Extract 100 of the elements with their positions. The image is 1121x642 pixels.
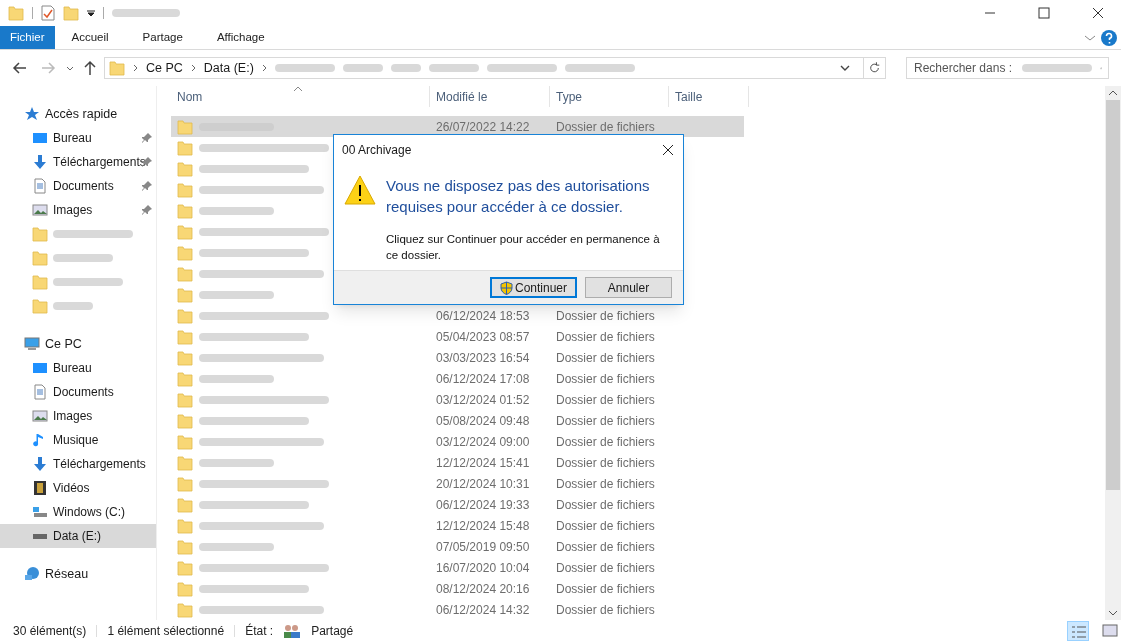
folder-icon xyxy=(177,601,193,618)
modified-date: 08/12/2024 20:16 xyxy=(436,581,530,596)
film-icon xyxy=(32,480,48,496)
sort-caret-icon xyxy=(293,86,303,92)
folder-icon xyxy=(177,160,193,177)
star-icon xyxy=(24,106,40,122)
modified-date: 06/12/2024 14:32 xyxy=(436,602,530,617)
modified-date: 06/12/2024 18:53 xyxy=(436,308,530,323)
modified-date: 07/05/2019 09:50 xyxy=(436,539,530,554)
ribbon-tab[interactable]: Partage xyxy=(125,26,200,49)
scrollbar[interactable] xyxy=(1105,86,1121,620)
column-header[interactable]: Type xyxy=(550,86,669,107)
ribbon-tab[interactable]: Fichier xyxy=(0,26,55,49)
folder-icon xyxy=(177,517,193,534)
breadcrumb[interactable]: Data (E:) xyxy=(203,58,254,78)
state-value: Partagé xyxy=(311,623,354,640)
blurred-name xyxy=(342,62,383,74)
pin-icon xyxy=(142,181,152,191)
column-header[interactable]: Nom xyxy=(171,86,430,107)
nav-item[interactable]: Bureau xyxy=(0,356,156,380)
modified-date: 05/04/2023 08:57 xyxy=(436,329,530,344)
file-type: Dossier de fichiers xyxy=(556,518,655,533)
computer-icon xyxy=(24,336,40,352)
blurred-name xyxy=(53,300,93,312)
dialog-heading: Vous ne disposez pas des autorisations requises pour accéder à ce dossier. xyxy=(386,176,651,217)
nav-section-item[interactable]: Ce PC xyxy=(0,332,156,356)
document-icon xyxy=(32,178,48,194)
folder-icon xyxy=(32,274,48,290)
nav-item[interactable]: Images xyxy=(0,198,142,222)
nav-item[interactable]: Vidéos xyxy=(0,476,156,500)
desktop-icon xyxy=(32,360,48,376)
document-icon xyxy=(32,384,48,400)
nav-section-item[interactable]: Accès rapide xyxy=(0,102,156,126)
image-icon xyxy=(32,408,48,424)
folder-icon xyxy=(177,286,193,303)
column-header[interactable]: Modifié le xyxy=(430,86,550,107)
folder-icon xyxy=(177,454,193,471)
folder-icon xyxy=(177,349,193,366)
modified-date: 16/07/2020 10:04 xyxy=(436,560,530,575)
folder-icon xyxy=(32,250,48,266)
modified-date: 03/12/2024 09:00 xyxy=(436,434,530,449)
nav-item[interactable]: Documents xyxy=(0,380,156,404)
chevron-icon[interactable] xyxy=(190,64,196,72)
search-input[interactable]: Rechercher dans : xyxy=(914,59,1018,77)
modified-date: 26/07/2022 14:22 xyxy=(436,119,530,134)
users-icon xyxy=(283,623,302,639)
dialog-button[interactable]: Continuer xyxy=(490,277,577,298)
nav-item[interactable]: Images xyxy=(0,404,156,428)
file-type: Dossier de fichiers xyxy=(556,560,655,575)
ribbon-tab[interactable]: Affichage xyxy=(199,26,282,49)
modified-date: 06/12/2024 19:33 xyxy=(436,497,530,512)
file-type: Dossier de fichiers xyxy=(556,434,655,449)
dialog-message: Cliquez sur Continuer pour accéder en permanence à ce dossier. xyxy=(386,232,661,263)
search-field[interactable]: Rechercher dans : xyxy=(906,57,1109,79)
dialog-title: 00 Archivage xyxy=(342,142,412,159)
scroll-thumb[interactable] xyxy=(1106,100,1120,490)
column-header[interactable]: Taille xyxy=(669,86,749,107)
folder-icon xyxy=(177,475,193,492)
modified-date: 05/08/2024 09:48 xyxy=(436,413,530,428)
desktop-icon xyxy=(32,130,48,146)
details-view-icon[interactable] xyxy=(1067,621,1089,641)
blurred-name xyxy=(53,252,113,264)
nav-item[interactable]: Téléchargements xyxy=(0,452,156,476)
nav-item[interactable]: Documents xyxy=(0,174,142,198)
breadcrumb[interactable]: Ce PC xyxy=(146,58,183,78)
properties-icon[interactable] xyxy=(41,5,55,21)
nav-item[interactable]: Windows (C:) xyxy=(0,500,156,524)
blurred-name xyxy=(112,7,180,19)
chevron-icon[interactable] xyxy=(133,64,138,72)
nav-item[interactable]: Bureau xyxy=(0,126,142,150)
new-folder-icon xyxy=(63,5,79,21)
pin-icon xyxy=(142,133,152,143)
file-type: Dossier de fichiers xyxy=(556,308,655,323)
nav-item[interactable]: Data (E:) xyxy=(0,524,156,548)
nav-section-item[interactable]: Réseau xyxy=(0,562,156,586)
nav-item[interactable]: Musique xyxy=(0,428,156,452)
folder-icon xyxy=(177,496,193,513)
state-label: État : xyxy=(245,622,274,640)
folder-icon xyxy=(177,391,193,408)
modified-date: 12/12/2024 15:41 xyxy=(436,455,530,470)
ribbon-tab[interactable]: Accueil xyxy=(54,26,126,49)
image-icon xyxy=(32,202,48,218)
blurred-name xyxy=(486,62,557,74)
file-type: Dossier de fichiers xyxy=(556,119,655,134)
download-arrow-icon xyxy=(32,154,48,170)
drive-icon xyxy=(32,532,48,540)
selection-count: 1 élément sélectionné xyxy=(107,623,225,640)
file-type: Dossier de fichiers xyxy=(556,392,655,407)
dropdown-arrow-icon[interactable] xyxy=(87,9,95,17)
folder-icon xyxy=(32,226,48,242)
blurred-name xyxy=(564,62,635,74)
chevron-icon[interactable] xyxy=(261,64,267,72)
folder-icon xyxy=(177,538,193,555)
shield-icon xyxy=(500,280,513,295)
dialog-button[interactable]: Annuler xyxy=(585,277,672,298)
file-type: Dossier de fichiers xyxy=(556,371,655,386)
file-type: Dossier de fichiers xyxy=(556,455,655,470)
blurred-name xyxy=(390,62,421,74)
modified-date: 03/12/2024 01:52 xyxy=(436,392,530,407)
address-field[interactable]: Ce PC Data (E:) xyxy=(104,57,886,79)
